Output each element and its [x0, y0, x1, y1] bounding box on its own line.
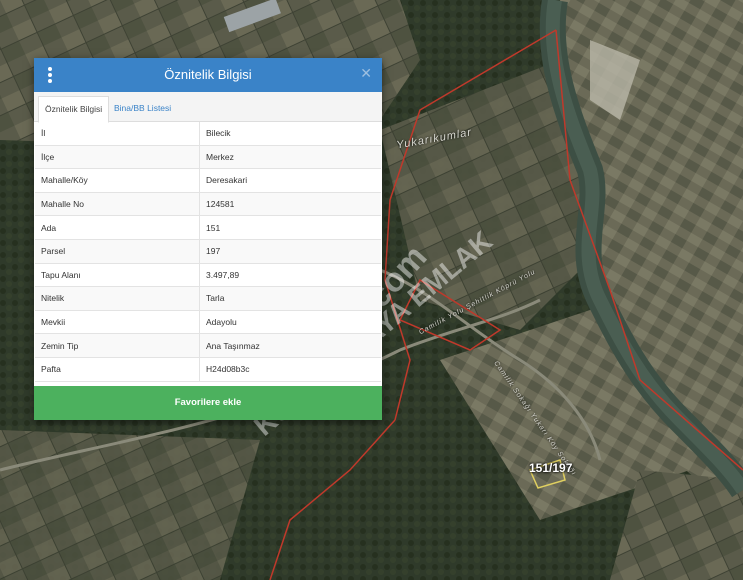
attribute-key: İl — [35, 122, 200, 146]
attribute-key: Nitelik — [35, 286, 200, 311]
table-row: Parsel 197 — [35, 239, 381, 264]
table-row: Pafta H24d08b3c — [35, 357, 381, 382]
attribute-value: 151 — [199, 215, 381, 240]
add-to-favorites-button[interactable]: Favorilere ekle — [34, 386, 382, 420]
attribute-value: Ana Taşınmaz — [199, 333, 381, 358]
attribute-key: Zemin Tip — [35, 333, 200, 358]
attribute-value: 197 — [199, 239, 381, 264]
attribute-key: Tapu Alanı — [35, 263, 200, 288]
attribute-key: Mevkii — [35, 310, 200, 335]
table-row: Mahalle/Köy Deresakari — [35, 168, 381, 193]
table-row: Ada 151 — [35, 215, 381, 240]
attribute-key: Pafta — [35, 357, 200, 382]
table-row: Zemin Tip Ana Taşınmaz — [35, 333, 381, 358]
table-row: Tapu Alanı 3.497,89 — [35, 263, 381, 288]
panel-title: Öznitelik Bilgisi — [164, 67, 252, 82]
table-row: Mahalle No 124581 — [35, 192, 381, 217]
panel-header: Öznitelik Bilgisi ✕ — [34, 58, 382, 92]
attribute-value: 124581 — [199, 192, 381, 217]
attribute-value: Bilecik — [199, 122, 381, 146]
table-row: Mevkii Adayolu — [35, 310, 381, 335]
attribute-value: H24d08b3c — [199, 357, 381, 382]
attribute-key: Parsel — [35, 239, 200, 264]
panel-tabs: Öznitelik Bilgisi Bina/BB Listesi — [34, 92, 382, 123]
attribute-info-panel: Öznitelik Bilgisi ✕ Öznitelik Bilgisi Bi… — [34, 58, 382, 420]
attribute-value: Merkez — [199, 145, 381, 170]
attribute-value: Deresakari — [199, 168, 381, 193]
table-row: İl Bilecik — [35, 122, 381, 146]
attribute-key: Ada — [35, 215, 200, 240]
attribute-value: Tarla — [199, 286, 381, 311]
attribute-key: İlçe — [35, 145, 200, 170]
attribute-value: Adayolu — [199, 310, 381, 335]
attribute-value: 3.497,89 — [199, 263, 381, 288]
table-row: Nitelik Tarla — [35, 286, 381, 311]
attribute-key: Mahalle No — [35, 192, 200, 217]
parcel-number-label: 151/197 — [529, 461, 573, 475]
attribute-key: Mahalle/Köy — [35, 168, 200, 193]
close-icon[interactable]: ✕ — [360, 65, 372, 82]
attribute-table: İl Bilecik İlçe Merkez Mahalle/Köy Deresaka… — [35, 122, 381, 382]
table-row: İlçe Merkez — [35, 145, 381, 170]
tab-building-list[interactable]: Bina/BB Listesi — [108, 96, 177, 121]
tab-attribute-info[interactable]: Öznitelik Bilgisi — [38, 96, 110, 123]
